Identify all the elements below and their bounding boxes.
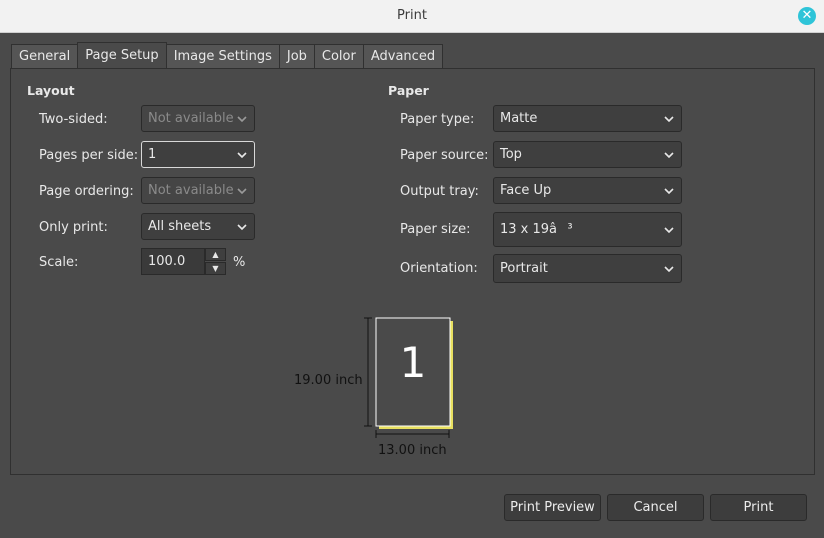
scale-decrement-button[interactable]: ▼: [205, 262, 226, 275]
paper-size-combo[interactable]: 13 x 19â³: [493, 212, 682, 247]
chevron-down-icon: [237, 152, 247, 159]
close-icon[interactable]: ✕: [798, 7, 816, 25]
pages-per-side-value: 1: [148, 147, 157, 162]
page-ordering-value: Not available: [148, 183, 234, 198]
tab-bar: General Page Setup Image Settings Job Co…: [11, 42, 444, 68]
two-sided-value: Not available: [148, 111, 234, 126]
orientation-label: Orientation:: [400, 261, 478, 276]
only-print-label: Only print:: [39, 220, 108, 235]
two-sided-label: Two-sided:: [39, 112, 108, 127]
window-title: Print: [397, 8, 427, 23]
print-preview-button[interactable]: Print Preview: [504, 494, 601, 521]
page-ordering-label: Page ordering:: [39, 184, 134, 199]
tab-advanced[interactable]: Advanced: [362, 44, 444, 68]
page-ordering-combo[interactable]: Not available: [141, 177, 255, 204]
chevron-down-icon: [664, 227, 674, 234]
chevron-down-icon: [664, 116, 674, 123]
title-bar: Print ✕: [0, 0, 824, 33]
output-tray-label: Output tray:: [400, 184, 479, 199]
pages-per-side-combo[interactable]: 1: [141, 141, 255, 168]
pages-per-side-label: Pages per side:: [39, 148, 139, 163]
layout-section-title: Layout: [27, 83, 75, 98]
scale-increment-button[interactable]: ▲: [205, 248, 226, 261]
chevron-down-icon: [664, 188, 674, 195]
paper-section-title: Paper: [388, 83, 429, 98]
paper-size-value: 13 x 19â³: [500, 222, 573, 237]
tab-color[interactable]: Color: [313, 44, 364, 68]
chevron-down-icon: [237, 116, 247, 123]
paper-source-combo[interactable]: Top: [493, 141, 682, 168]
paper-source-value: Top: [500, 147, 522, 162]
only-print-value: All sheets: [148, 219, 212, 234]
only-print-combo[interactable]: All sheets: [141, 213, 255, 240]
width-label: 13.00 inch: [378, 443, 447, 458]
page-number: 1: [399, 338, 427, 387]
orientation-combo[interactable]: Portrait: [493, 254, 682, 283]
scale-label: Scale:: [39, 255, 79, 270]
tab-general[interactable]: General: [11, 44, 79, 68]
paper-size-label: Paper size:: [400, 222, 471, 237]
height-label: 19.00 inch: [294, 373, 363, 388]
tab-image-settings[interactable]: Image Settings: [165, 44, 280, 68]
paper-type-combo[interactable]: Matte: [493, 105, 682, 132]
scale-input[interactable]: 100.0: [141, 248, 205, 275]
paper-type-value: Matte: [500, 111, 538, 126]
paper-source-label: Paper source:: [400, 148, 489, 163]
scale-spinner[interactable]: 100.0 ▲ ▼: [141, 248, 226, 275]
chevron-down-icon: [664, 152, 674, 159]
paper-type-label: Paper type:: [400, 112, 475, 127]
print-button[interactable]: Print: [710, 494, 807, 521]
chevron-down-icon: [237, 188, 247, 195]
scale-unit: %: [233, 255, 246, 270]
output-tray-value: Face Up: [500, 183, 552, 198]
tab-page-setup[interactable]: Page Setup: [77, 42, 167, 68]
chevron-down-icon: [664, 266, 674, 273]
chevron-down-icon: [237, 224, 247, 231]
tab-job[interactable]: Job: [278, 44, 315, 68]
orientation-value: Portrait: [500, 261, 548, 276]
output-tray-combo[interactable]: Face Up: [493, 177, 682, 204]
two-sided-combo[interactable]: Not available: [141, 105, 255, 132]
cancel-button[interactable]: Cancel: [607, 494, 704, 521]
